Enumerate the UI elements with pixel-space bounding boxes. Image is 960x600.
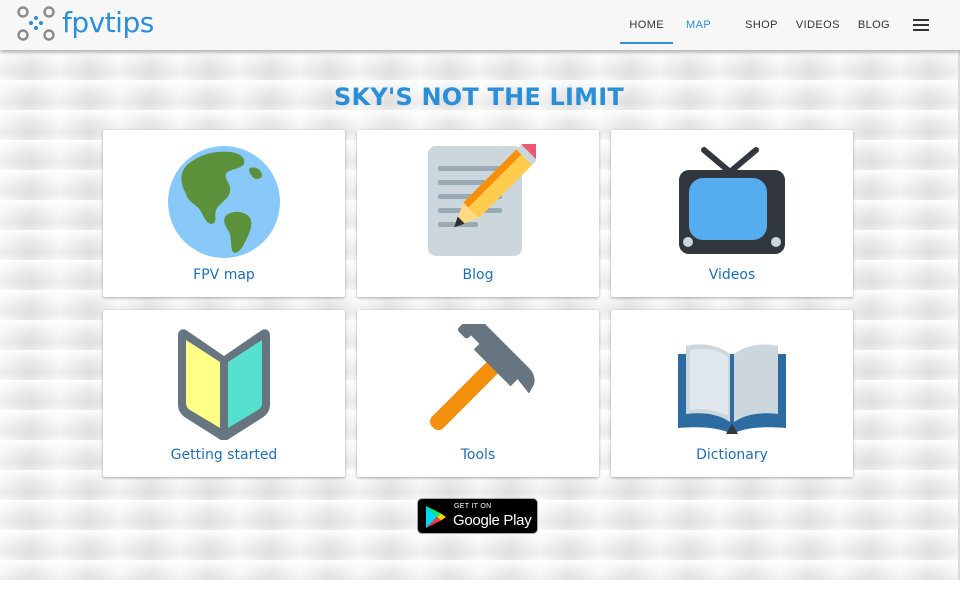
navbar: fpvtips HOME MAP SHOP VIDEOS BLOG [0, 0, 960, 50]
card-videos[interactable]: Videos [611, 130, 853, 297]
nav-blog[interactable]: BLOG [849, 6, 899, 44]
logo[interactable]: fpvtips [14, 4, 154, 44]
drone-logo-icon [14, 4, 58, 44]
nav-map[interactable]: MAP [677, 6, 720, 44]
television-icon [679, 147, 785, 254]
globe-icon [168, 146, 280, 258]
page-title: SKY'S NOT THE LIMIT [334, 83, 624, 111]
nav-shop[interactable]: SHOP [736, 6, 787, 44]
card-fpv-map[interactable]: FPV map [103, 130, 345, 297]
card-label-fpv-map: FPV map [193, 267, 255, 283]
card-label-dictionary: Dictionary [696, 447, 768, 463]
card-label-getting-started: Getting started [170, 447, 278, 463]
card-getting-started[interactable]: Getting started [103, 310, 345, 477]
card-tools[interactable]: Tools [357, 310, 599, 477]
card-dictionary[interactable]: Dictionary [611, 310, 853, 477]
main-nav: HOME MAP SHOP VIDEOS BLOG [620, 0, 960, 50]
nav-videos[interactable]: VIDEOS [787, 6, 849, 44]
hammer-icon [429, 324, 535, 431]
beginner-badge-icon [178, 329, 270, 440]
play-store-icon [426, 506, 446, 528]
pencil-notepad-icon [428, 144, 536, 256]
card-label-blog: Blog [462, 267, 494, 283]
open-book-icon [678, 344, 786, 434]
hamburger-icon[interactable] [913, 16, 929, 34]
card-blog[interactable]: Blog [357, 130, 599, 297]
nav-home[interactable]: HOME [620, 6, 673, 44]
badge-small-text: GET IT ON [454, 503, 492, 510]
card-label-videos: Videos [708, 267, 756, 283]
badge-big-text: Google Play [453, 512, 532, 529]
logo-text: fpvtips [62, 5, 154, 39]
card-label-tools: Tools [460, 447, 496, 463]
google-play-badge[interactable]: GET IT ON Google Play [417, 498, 538, 534]
